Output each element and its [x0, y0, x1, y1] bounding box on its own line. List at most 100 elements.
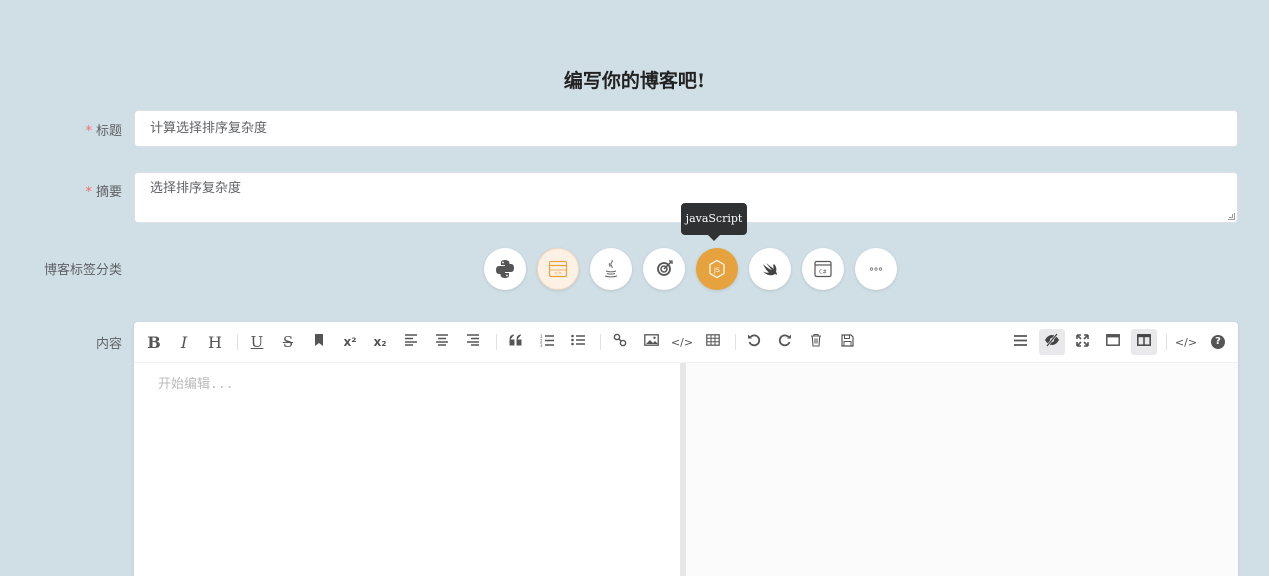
fullscreen-button[interactable]: [1069, 329, 1095, 355]
eye-slash-icon: [1044, 333, 1060, 351]
html-code-icon: </>: [1174, 335, 1198, 349]
svg-text:JS: JS: [713, 266, 720, 274]
swift-icon: [759, 258, 781, 280]
svg-text:</>: </>: [554, 271, 562, 276]
navigation-button[interactable]: [1007, 329, 1033, 355]
tag-html[interactable]: </>: [537, 248, 579, 290]
link-button[interactable]: [607, 329, 633, 355]
unordered-list-icon: [571, 334, 585, 350]
italic-icon: I: [180, 332, 188, 352]
tag-selector: </> JS C#: [484, 248, 897, 290]
tag-target[interactable]: [643, 248, 685, 290]
svg-text:C#: C#: [819, 270, 827, 276]
bold-button[interactable]: B: [141, 329, 167, 355]
tag-more[interactable]: [855, 248, 897, 290]
ordered-list-button[interactable]: 123: [534, 329, 560, 355]
navigation-icon: [1013, 334, 1027, 350]
strikethrough-icon: S: [282, 333, 294, 351]
superscript-button[interactable]: x²: [337, 329, 363, 355]
subscript-icon: x₂: [373, 335, 387, 349]
strikethrough-button[interactable]: S: [275, 329, 301, 355]
image-button[interactable]: [638, 329, 664, 355]
italic-button[interactable]: I: [171, 329, 197, 355]
toolbar-divider: [496, 334, 497, 350]
align-left-icon: [404, 334, 418, 350]
code-button[interactable]: </>: [669, 329, 695, 355]
javascript-icon: JS: [706, 258, 728, 280]
unordered-list-button[interactable]: [565, 329, 591, 355]
title-label: * 标题: [0, 120, 122, 139]
svg-text:3: 3: [540, 343, 543, 347]
toolbar-divider: [237, 334, 238, 350]
tag-tooltip: javaScript: [681, 203, 747, 241]
mark-button[interactable]: [306, 329, 332, 355]
html-icon: </>: [547, 258, 569, 280]
edit-pane[interactable]: 开始编辑...: [134, 363, 680, 576]
window-icon: [1106, 334, 1120, 350]
underline-button[interactable]: U: [244, 329, 270, 355]
summary-label-text: 摘要: [95, 185, 122, 200]
header-icon: H: [208, 332, 222, 352]
required-mark: *: [85, 185, 92, 200]
help-icon: ?: [1211, 335, 1225, 349]
read-mode-button[interactable]: [1100, 329, 1126, 355]
resize-handle-icon[interactable]: [1228, 213, 1235, 220]
columns-icon: [1137, 334, 1151, 350]
tag-javascript[interactable]: JS: [696, 248, 738, 290]
subfield-button[interactable]: [1131, 329, 1157, 355]
page-title: 编写你的博客吧!: [563, 70, 706, 92]
toolbar-divider: [735, 334, 736, 350]
table-icon: [706, 334, 720, 350]
quote-button[interactable]: [503, 329, 529, 355]
bookmark-icon: [313, 333, 325, 351]
table-button[interactable]: [700, 329, 726, 355]
save-icon: [840, 333, 854, 351]
markdown-editor: B I H U S x² x₂ 123 </> </> ? 开始编辑...: [134, 322, 1238, 576]
tag-csharp[interactable]: C#: [802, 248, 844, 290]
align-left-button[interactable]: [398, 329, 424, 355]
editor-toolbar: B I H U S x² x₂ 123 </> </> ?: [134, 322, 1238, 363]
toolbar-divider: [600, 334, 601, 350]
html-code-button[interactable]: </>: [1173, 329, 1199, 355]
subscript-button[interactable]: x₂: [367, 329, 393, 355]
summary-label: * 摘要: [0, 181, 122, 200]
tag-java[interactable]: [590, 248, 632, 290]
title-input-value: 计算选择排序复杂度: [150, 121, 268, 136]
undo-button[interactable]: [741, 329, 767, 355]
required-mark: *: [85, 124, 92, 139]
csharp-icon: C#: [812, 258, 834, 280]
trash-icon: [810, 333, 822, 351]
toolbar-divider: [1166, 334, 1167, 350]
tags-label: 博客标签分类: [43, 263, 122, 278]
expand-icon: [1075, 333, 1089, 351]
tag-swift[interactable]: [749, 248, 791, 290]
title-input[interactable]: 计算选择排序复杂度: [134, 110, 1238, 147]
editor-placeholder: 开始编辑...: [158, 377, 234, 392]
align-right-icon: [466, 334, 480, 350]
summary-textarea-value: 选择排序复杂度: [150, 181, 242, 196]
redo-icon: [778, 333, 792, 351]
ordered-list-icon: 123: [540, 334, 554, 351]
tag-python[interactable]: [484, 248, 526, 290]
target-icon: [653, 258, 675, 280]
help-button[interactable]: ?: [1205, 329, 1231, 355]
code-icon: </>: [670, 335, 694, 349]
python-icon: [494, 258, 516, 280]
trash-button[interactable]: [803, 329, 829, 355]
image-icon: [643, 334, 659, 350]
redo-button[interactable]: [772, 329, 798, 355]
align-center-button[interactable]: [429, 329, 455, 355]
save-button[interactable]: [834, 329, 860, 355]
undo-icon: [747, 333, 761, 351]
bold-icon: B: [147, 332, 161, 352]
java-icon: [600, 258, 622, 280]
preview-toggle-button[interactable]: [1039, 329, 1065, 355]
header-button[interactable]: H: [202, 329, 228, 355]
align-center-icon: [435, 334, 449, 350]
preview-pane: [686, 363, 1238, 576]
align-right-button[interactable]: [460, 329, 486, 355]
quote-icon: [509, 334, 523, 350]
more-icon: [865, 258, 887, 280]
title-label-text: 标题: [95, 124, 122, 139]
underline-icon: U: [250, 333, 264, 351]
